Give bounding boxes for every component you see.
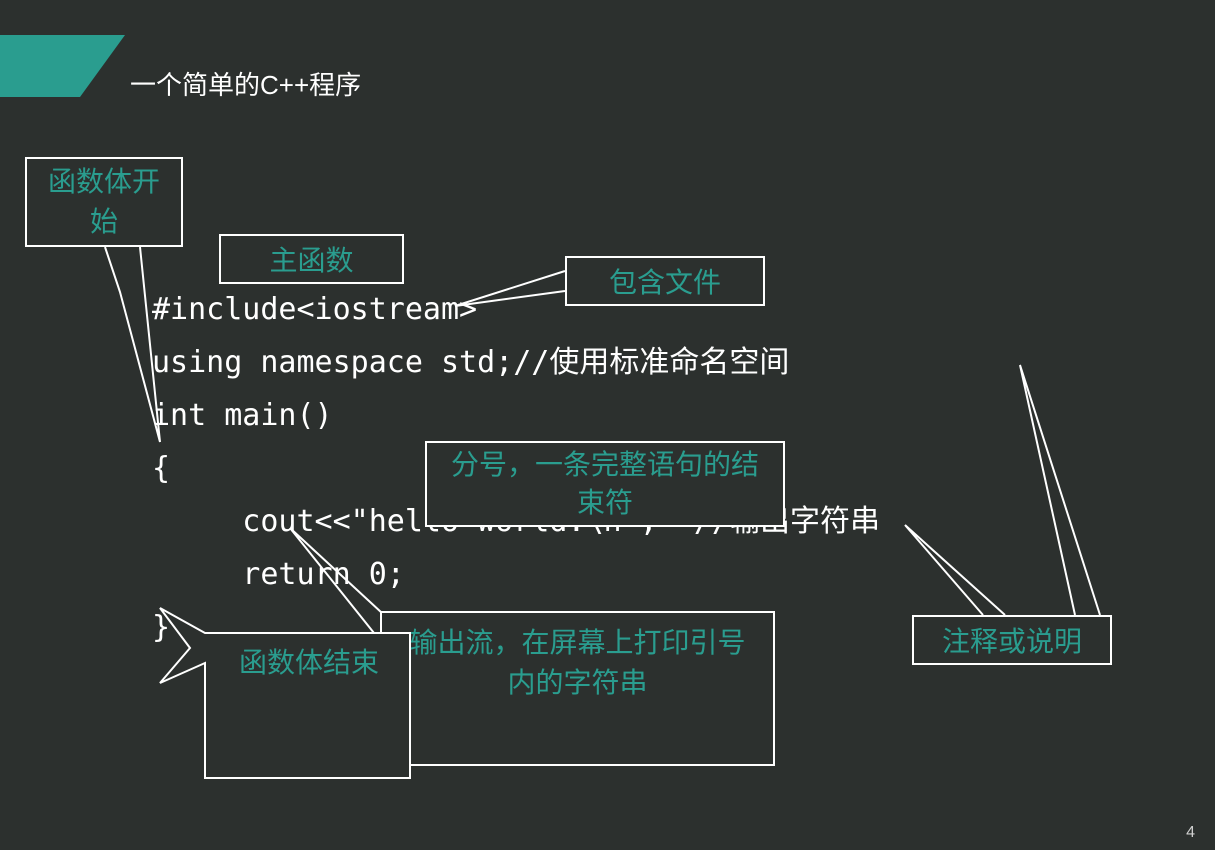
callout-include: 包含文件: [565, 256, 765, 306]
accent-shape: [0, 35, 80, 97]
callout-func-begin: 函数体开 始: [25, 157, 183, 247]
callout-comment: 注释或说明: [912, 615, 1112, 665]
callout-func-end-text: 函数体结束: [214, 637, 404, 685]
callout-cout: 输出流，在屏幕上打印引号 内的字符串: [380, 611, 775, 766]
slide-title: 一个简单的C++程序: [130, 65, 361, 102]
page-number: 4: [1186, 824, 1195, 842]
callout-main-func: 主函数: [219, 234, 404, 284]
callout-semicolon: 分号，一条完整语句的结 束符: [425, 441, 785, 527]
pointer-comment: [905, 525, 1055, 620]
pointer-comment-2: [1000, 365, 1130, 620]
